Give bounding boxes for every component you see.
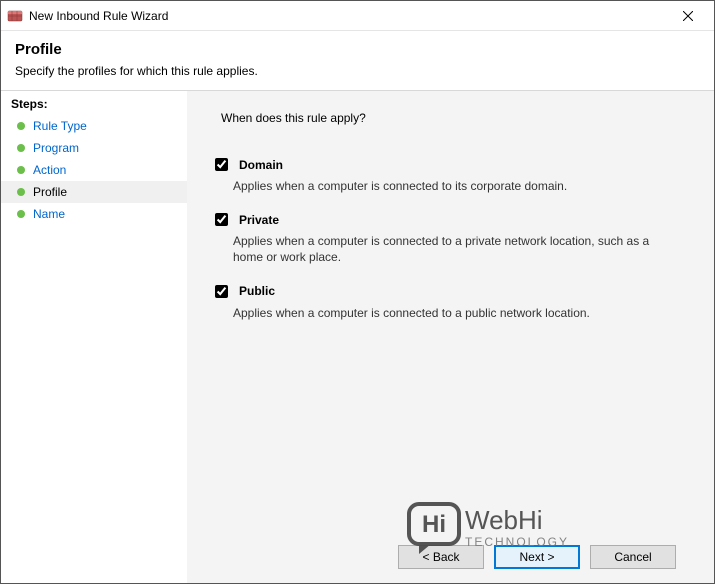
- svg-text:Hi: Hi: [422, 511, 446, 538]
- main-panel: When does this rule apply? Domain Applie…: [187, 91, 714, 583]
- checkbox-public[interactable]: [215, 285, 228, 298]
- header: Profile Specify the profiles for which t…: [1, 31, 714, 91]
- wizard-window: New Inbound Rule Wizard Profile Specify …: [0, 0, 715, 584]
- step-program[interactable]: Program: [1, 137, 187, 159]
- titlebar: New Inbound Rule Wizard: [1, 1, 714, 31]
- step-bullet-icon: [17, 122, 25, 130]
- option-domain: Domain Applies when a computer is connec…: [211, 155, 690, 194]
- checkbox-private[interactable]: [215, 213, 228, 226]
- steps-title: Steps:: [1, 95, 187, 115]
- option-public-desc: Applies when a computer is connected to …: [233, 305, 673, 321]
- profile-options: Domain Applies when a computer is connec…: [211, 155, 690, 337]
- cancel-button[interactable]: Cancel: [590, 545, 676, 569]
- body: Steps: Rule Type Program Action Profile …: [1, 91, 714, 583]
- option-private: Private Applies when a computer is conne…: [211, 210, 690, 265]
- step-label: Name: [33, 207, 65, 221]
- step-bullet-icon: [17, 210, 25, 218]
- option-domain-label: Domain: [239, 158, 283, 172]
- step-label: Action: [33, 163, 66, 177]
- step-label: Rule Type: [33, 119, 87, 133]
- prompt-text: When does this rule apply?: [221, 111, 690, 125]
- option-public-label: Public: [239, 284, 275, 298]
- step-bullet-icon: [17, 166, 25, 174]
- step-profile[interactable]: Profile: [1, 181, 187, 203]
- page-title: Profile: [15, 41, 700, 58]
- checkbox-domain[interactable]: [215, 158, 228, 171]
- option-private-label: Private: [239, 213, 279, 227]
- option-domain-row[interactable]: Domain: [211, 155, 690, 174]
- step-rule-type[interactable]: Rule Type: [1, 115, 187, 137]
- page-subtitle: Specify the profiles for which this rule…: [15, 64, 700, 78]
- footer-buttons: < Back Next > Cancel: [211, 535, 690, 583]
- close-button[interactable]: [668, 2, 708, 30]
- firewall-icon: [7, 8, 23, 24]
- step-name[interactable]: Name: [1, 203, 187, 225]
- next-button[interactable]: Next >: [494, 545, 580, 569]
- option-public-row[interactable]: Public: [211, 282, 690, 301]
- step-label: Program: [33, 141, 79, 155]
- option-private-desc: Applies when a computer is connected to …: [233, 233, 673, 265]
- option-domain-desc: Applies when a computer is connected to …: [233, 178, 673, 194]
- step-action[interactable]: Action: [1, 159, 187, 181]
- step-label: Profile: [33, 185, 67, 199]
- option-public: Public Applies when a computer is connec…: [211, 282, 690, 321]
- back-button[interactable]: < Back: [398, 545, 484, 569]
- svg-text:WebHi: WebHi: [465, 505, 543, 535]
- window-title: New Inbound Rule Wizard: [29, 9, 668, 23]
- steps-sidebar: Steps: Rule Type Program Action Profile …: [1, 91, 187, 583]
- step-bullet-icon: [17, 144, 25, 152]
- option-private-row[interactable]: Private: [211, 210, 690, 229]
- step-bullet-icon: [17, 188, 25, 196]
